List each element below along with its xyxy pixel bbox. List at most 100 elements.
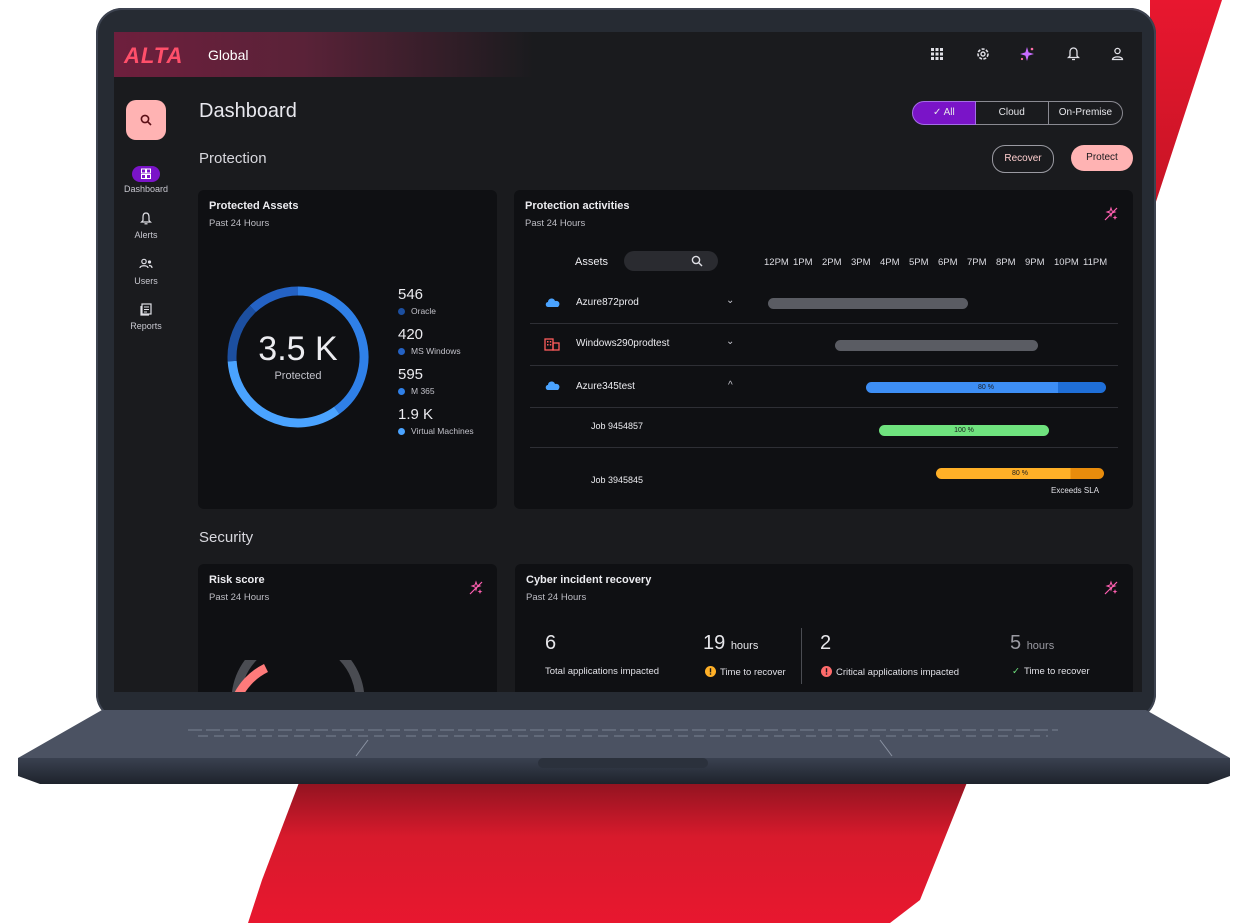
legend-value-m365: 595 xyxy=(398,366,424,383)
scope-label: Global xyxy=(208,47,249,63)
hour-tick-label: 10PM xyxy=(1054,257,1079,268)
time-to-recover-value: 19 hours xyxy=(703,632,759,654)
global-search-button[interactable] xyxy=(126,100,166,140)
ai-insights-icon[interactable] xyxy=(1103,206,1119,226)
notifications-bell-icon[interactable] xyxy=(1064,45,1082,63)
hour-tick-label: 8PM xyxy=(996,257,1016,268)
legend-dot xyxy=(398,388,405,396)
legend-item-oracle: Oracle xyxy=(398,306,436,316)
protected-assets-card: Protected Assets Past 24 Hours 3.5 K Pro… xyxy=(198,190,497,509)
legend-item-m365: M 365 xyxy=(398,386,435,396)
building-icon xyxy=(544,338,560,351)
legend-value-ms-windows: 420 xyxy=(398,326,424,343)
job-row[interactable]: Job 9454857 100 % xyxy=(530,407,1118,448)
scope-filter: ✓ All Cloud On-Premise xyxy=(912,101,1124,125)
user-profile-icon[interactable] xyxy=(1108,45,1126,63)
divider xyxy=(801,628,802,684)
job-row[interactable]: Job 3945845 80 % Exceeds SLA xyxy=(530,447,1118,499)
expand-chevron-icon[interactable]: ⌄ xyxy=(726,336,734,347)
collapse-chevron-icon[interactable]: ^ xyxy=(728,380,733,391)
hour-tick-label: 4PM xyxy=(880,257,900,268)
error-icon xyxy=(821,666,832,677)
cloud-icon xyxy=(545,298,560,307)
search-icon xyxy=(691,255,703,267)
card-title: Cyber incident recovery xyxy=(526,574,652,586)
time-to-recover-label-2: ✓ Time to recover xyxy=(1012,666,1090,677)
cloud-icon xyxy=(545,381,560,390)
asset-name: Azure345test xyxy=(576,381,635,392)
hour-tick-label: 12PM xyxy=(764,257,789,268)
security-heading: Security xyxy=(199,529,254,546)
cyber-incident-card: Cyber incident recovery Past 24 Hours 6 … xyxy=(515,564,1133,692)
nav-item-reports[interactable]: Reports xyxy=(114,303,178,331)
laptop-base xyxy=(18,710,1230,784)
settings-gear-icon[interactable] xyxy=(974,45,992,63)
card-title: Protected Assets xyxy=(209,200,299,212)
donut-segment xyxy=(249,286,299,313)
time-to-recover-label: Time to recover xyxy=(705,666,786,678)
hour-tick-label: 5PM xyxy=(909,257,929,268)
filter-on-premise[interactable]: On-Premise xyxy=(1048,101,1124,125)
ai-insights-icon[interactable] xyxy=(468,580,484,600)
protected-total: 3.5 K xyxy=(258,330,338,368)
ai-insights-icon[interactable] xyxy=(1103,580,1119,600)
total-apps-impacted-value: 6 xyxy=(545,632,557,654)
ai-sparkle-icon[interactable] xyxy=(1018,45,1036,63)
legend-item-virtual-machines: Virtual Machines xyxy=(398,426,474,436)
activity-bar xyxy=(835,340,1038,351)
assets-column-label: Assets xyxy=(575,256,609,268)
asset-row[interactable]: Windows290prodtest ⌄ xyxy=(530,323,1118,366)
nav-label: Alerts xyxy=(134,230,158,240)
card-subtitle: Past 24 Hours xyxy=(209,592,270,603)
risk-gauge xyxy=(232,660,364,692)
card-title: Protection activities xyxy=(525,200,630,212)
asset-name: Azure872prod xyxy=(576,297,639,308)
hours-axis: 12PM 1PM 2PM 3PM 4PM 5PM 6PM 7PM 8PM 9PM 10PM 11PM xyxy=(764,257,1112,271)
apps-grid-icon[interactable] xyxy=(928,45,946,63)
nav-label: Users xyxy=(134,276,158,286)
top-bar: ALTA Global xyxy=(114,32,1142,77)
search-icon xyxy=(140,114,152,126)
filter-all[interactable]: ✓ All xyxy=(912,101,976,125)
asset-row[interactable]: Azure872prod ⌄ xyxy=(530,283,1118,324)
legend-dot xyxy=(398,308,405,316)
hour-tick-label: 6PM xyxy=(938,257,958,268)
app-screen: ALTA Global Dashboard Alerts Users Repor… xyxy=(114,32,1142,692)
reports-icon xyxy=(114,303,178,319)
critical-apps-impacted-value: 2 xyxy=(820,632,832,654)
warning-icon xyxy=(705,666,716,677)
dashboard-grid-icon xyxy=(132,166,160,182)
legend-value-oracle: 546 xyxy=(398,286,424,303)
card-subtitle: Past 24 Hours xyxy=(209,218,270,229)
card-subtitle: Past 24 Hours xyxy=(525,218,586,229)
critical-apps-impacted-label: Critical applications impacted xyxy=(821,666,959,678)
nav-item-users[interactable]: Users xyxy=(114,258,178,286)
hour-tick-label: 3PM xyxy=(851,257,871,268)
time-to-recover-value-2: 5 hours xyxy=(1010,632,1055,654)
total-apps-impacted-label: Total applications impacted xyxy=(545,666,660,677)
activity-progress-bar: 80 % xyxy=(866,382,1106,393)
brand-logo[interactable]: ALTA xyxy=(124,43,183,69)
hour-tick-label: 2PM xyxy=(822,257,842,268)
protect-button[interactable]: Protect xyxy=(1071,145,1133,171)
nav-item-alerts[interactable]: Alerts xyxy=(114,212,178,240)
job-name: Job 3945845 xyxy=(591,475,644,485)
nav-item-dashboard[interactable]: Dashboard xyxy=(114,166,178,194)
assets-search-input[interactable] xyxy=(624,251,718,271)
legend-dot xyxy=(398,428,405,436)
check-icon: ✓ xyxy=(1012,666,1020,677)
filter-cloud[interactable]: Cloud xyxy=(975,101,1049,125)
recover-button[interactable]: Recover xyxy=(992,145,1054,173)
risk-score-card: Risk score Past 24 Hours xyxy=(198,564,497,692)
asset-row[interactable]: Azure345test ^ 80 % xyxy=(530,365,1118,408)
legend-value-virtual-machines: 1.9 K xyxy=(398,406,434,423)
expand-chevron-icon[interactable]: ⌄ xyxy=(726,295,734,306)
sla-status: Exceeds SLA xyxy=(1051,486,1100,495)
protection-activities-card: Protection activities Past 24 Hours Asse… xyxy=(514,190,1133,509)
nav-label: Reports xyxy=(130,321,162,331)
asset-name: Windows290prodtest xyxy=(576,338,670,349)
job-progress-bar: 100 % xyxy=(879,425,1049,436)
users-icon xyxy=(114,258,178,274)
bell-icon xyxy=(114,212,178,228)
nav-label: Dashboard xyxy=(123,184,169,194)
